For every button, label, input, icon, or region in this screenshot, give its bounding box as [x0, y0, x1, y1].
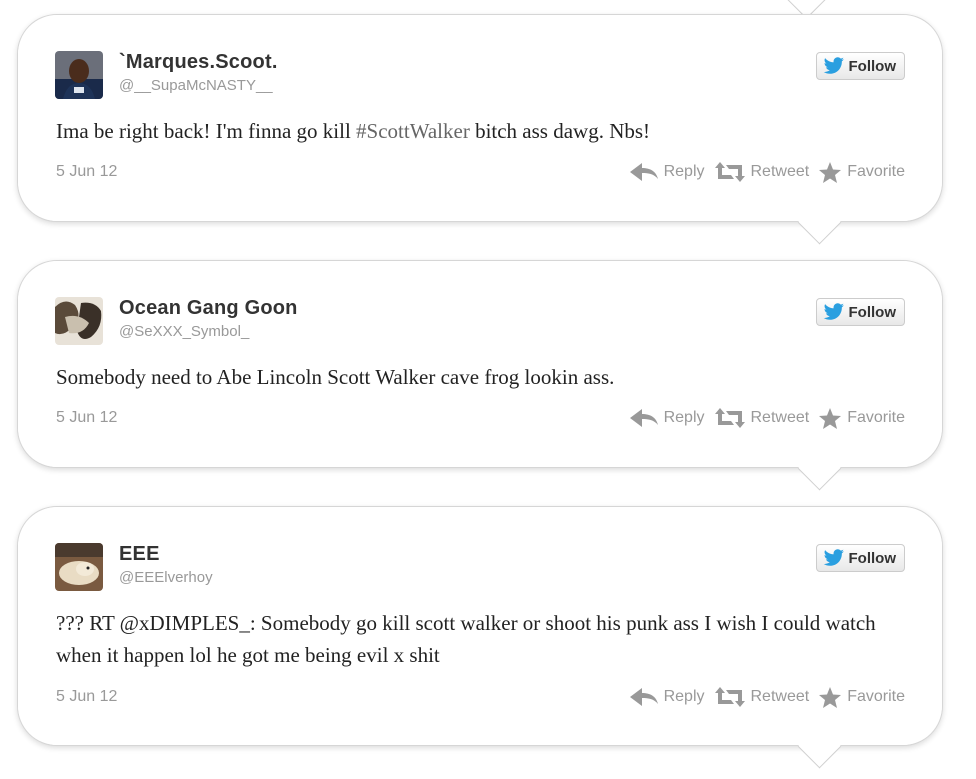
username[interactable]: @__SupaMcNASTY__ — [119, 77, 273, 94]
reply-icon — [629, 163, 658, 181]
star-icon — [819, 686, 842, 708]
reply-icon — [629, 688, 658, 706]
favorite-button[interactable]: Favorite — [819, 407, 905, 429]
follow-button[interactable]: Follow — [815, 298, 905, 326]
display-name[interactable]: EEE — [119, 543, 160, 566]
retweet-button[interactable]: Retweet — [714, 687, 809, 707]
retweet-button[interactable]: Retweet — [714, 162, 809, 182]
tweet-text: ??? RT @xDIMPLES_: Somebody go kill scot… — [56, 611, 876, 667]
reply-button[interactable]: Reply — [629, 688, 705, 706]
avatar[interactable] — [55, 297, 103, 345]
display-name[interactable]: Ocean Gang Goon — [119, 297, 298, 320]
favorite-button[interactable]: Favorite — [819, 686, 905, 708]
retweet-icon — [714, 687, 745, 707]
username[interactable]: @EEElverhoy — [119, 569, 213, 586]
follow-label: Follow — [848, 303, 897, 321]
tweet-text: Somebody need to Abe Lincoln Scott Walke… — [56, 365, 615, 389]
tweet-card: `Marques.Scoot. @__SupaMcNASTY__ Follow … — [17, 14, 943, 245]
twitter-bird-icon — [823, 549, 844, 566]
twitter-bird-icon — [823, 303, 844, 320]
retweet-icon — [714, 162, 745, 182]
reply-button[interactable]: Reply — [629, 409, 705, 427]
star-icon — [819, 407, 842, 429]
favorite-button[interactable]: Favorite — [819, 161, 905, 183]
tweet-card: EEE @EEElverhoy Follow ??? RT @xDIMPLES_… — [17, 506, 943, 769]
star-icon — [819, 161, 842, 183]
twitter-bird-icon — [823, 57, 844, 74]
avatar[interactable] — [55, 543, 103, 591]
username[interactable]: @SeXXX_Symbol_ — [119, 323, 249, 340]
tweet-date[interactable]: 5 Jun 12 — [56, 688, 117, 706]
display-name[interactable]: `Marques.Scoot. — [119, 51, 278, 74]
follow-button[interactable]: Follow — [815, 52, 905, 80]
follow-button[interactable]: Follow — [815, 544, 905, 572]
avatar[interactable] — [55, 51, 103, 99]
tweet-text: Ima be right back! I'm finna go kill #Sc… — [56, 119, 651, 143]
tweet-card: Ocean Gang Goon @SeXXX_Symbol_ Follow So… — [17, 260, 943, 491]
reply-button[interactable]: Reply — [629, 163, 705, 181]
tweet-date[interactable]: 5 Jun 12 — [56, 163, 117, 181]
retweet-icon — [714, 408, 745, 428]
tweet-date[interactable]: 5 Jun 12 — [56, 409, 117, 427]
reply-icon — [629, 409, 658, 427]
retweet-button[interactable]: Retweet — [714, 408, 809, 428]
follow-label: Follow — [848, 549, 897, 567]
follow-label: Follow — [848, 57, 897, 75]
hashtag-link[interactable]: #ScottWalker — [356, 119, 470, 143]
